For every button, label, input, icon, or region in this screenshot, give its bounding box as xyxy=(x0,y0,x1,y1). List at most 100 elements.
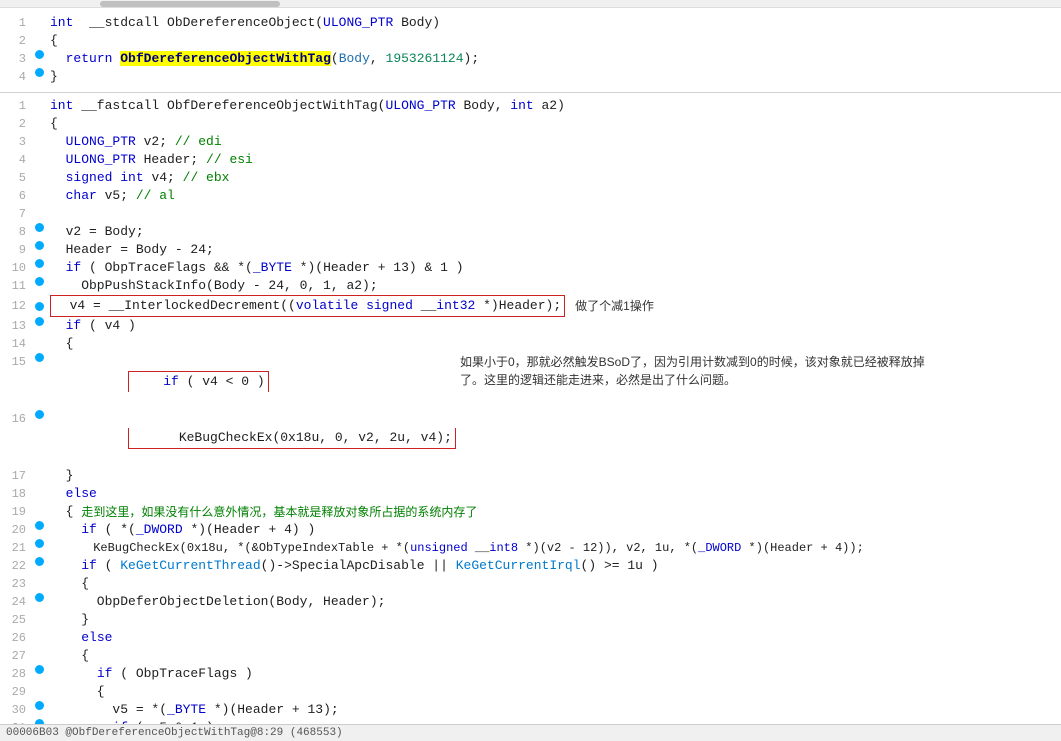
code-content: v2 = Body; xyxy=(46,223,1061,241)
code-line: 22 if ( KeGetCurrentThread()->SpecialApc… xyxy=(0,557,1061,575)
bp-dot xyxy=(32,302,46,311)
bp-dot xyxy=(32,665,46,674)
line-number: 13 xyxy=(0,317,32,335)
code-content: KeBugCheckEx(0x18u, 0, v2, 2u, v4); xyxy=(46,410,1061,467)
code-line: 21 KeBugCheckEx(0x18u, *(&ObTypeIndexTab… xyxy=(0,539,1061,557)
code-line: 24 ObpDeferObjectDeletion(Body, Header); xyxy=(0,593,1061,611)
code-line: 17 } xyxy=(0,467,1061,485)
line-number: 23 xyxy=(0,575,32,593)
line-number: 6 xyxy=(0,187,32,205)
bp-dot xyxy=(32,557,46,566)
code-line: 3 return ObfDereferenceObjectWithTag(Bod… xyxy=(0,50,1061,68)
line-number: 10 xyxy=(0,259,32,277)
bp-dot xyxy=(32,50,46,59)
line-number: 27 xyxy=(0,647,32,665)
code-line: 18 else xyxy=(0,485,1061,503)
code-container: 1 int __stdcall ObDereferenceObject(ULON… xyxy=(0,0,1061,741)
code-line: 2 { xyxy=(0,115,1061,133)
line-number: 17 xyxy=(0,467,32,485)
code-line: 16 KeBugCheckEx(0x18u, 0, v2, 2u, v4); xyxy=(0,410,1061,467)
code-content: v4 = __InterlockedDecrement((volatile si… xyxy=(46,295,1061,317)
line-number: 2 xyxy=(0,32,32,50)
line-number: 14 xyxy=(0,335,32,353)
bp-dot xyxy=(32,521,46,530)
line-number: 29 xyxy=(0,683,32,701)
code-line: 10 if ( ObpTraceFlags && *(_BYTE *)(Head… xyxy=(0,259,1061,277)
line-number: 28 xyxy=(0,665,32,683)
code-content: { xyxy=(46,32,1061,50)
line-number: 9 xyxy=(0,241,32,259)
bp-dot xyxy=(32,223,46,232)
code-content: if ( ObpTraceFlags && *(_BYTE *)(Header … xyxy=(46,259,1061,277)
code-content: v5 = *(_BYTE *)(Header + 13); xyxy=(46,701,1061,719)
bp-dot xyxy=(32,701,46,710)
code-content: } xyxy=(46,611,1061,629)
code-content: KeBugCheckEx(0x18u, *(&ObTypeIndexTable … xyxy=(46,539,1061,557)
line-number: 25 xyxy=(0,611,32,629)
bp-dot xyxy=(32,68,46,77)
code-content: else xyxy=(46,629,1061,647)
line-number: 22 xyxy=(0,557,32,575)
line-number: 19 xyxy=(0,503,32,521)
line-number: 7 xyxy=(0,205,32,223)
code-line: 4 } xyxy=(0,68,1061,86)
line-number: 2 xyxy=(0,115,32,133)
line-number: 18 xyxy=(0,485,32,503)
code-line: 26 else xyxy=(0,629,1061,647)
bp-dot xyxy=(32,259,46,268)
code-line: 13 if ( v4 ) xyxy=(0,317,1061,335)
line-number: 11 xyxy=(0,277,32,295)
code-content: ULONG_PTR v2; // edi xyxy=(46,133,1061,151)
line-number: 24 xyxy=(0,593,32,611)
annotation-line16: 了。这里的逻辑还能走进来，必然是出了什么问题。 xyxy=(460,373,736,387)
code-content: { xyxy=(46,647,1061,665)
code-content: { xyxy=(46,683,1061,701)
code-content: if ( KeGetCurrentThread()->SpecialApcDis… xyxy=(46,557,1061,575)
bottom-section: 1 int __fastcall ObfDereferenceObjectWit… xyxy=(0,93,1061,741)
code-content: ObpDeferObjectDeletion(Body, Header); xyxy=(46,593,1061,611)
code-content: ObpPushStackInfo(Body - 24, 0, 1, a2); xyxy=(46,277,1061,295)
code-line: 2 { xyxy=(0,32,1061,50)
code-content: if ( ObpTraceFlags ) xyxy=(46,665,1061,683)
code-line: 28 if ( ObpTraceFlags ) xyxy=(0,665,1061,683)
code-line: 20 if ( *(_DWORD *)(Header + 4) ) xyxy=(0,521,1061,539)
line-number: 1 xyxy=(0,14,32,32)
code-content: if ( v4 ) xyxy=(46,317,1061,335)
code-content: if ( *(_DWORD *)(Header + 4) ) xyxy=(46,521,1061,539)
line-number: 20 xyxy=(0,521,32,539)
code-line: 1 int __stdcall ObDereferenceObject(ULON… xyxy=(0,14,1061,32)
code-content: signed int v4; // ebx xyxy=(46,169,1061,187)
bp-dot xyxy=(32,241,46,250)
annotation-line19: 走到这里，如果没有什么意外情况，基本就是释放对象所占据的系统内存了 xyxy=(81,503,477,521)
code-line: 8 v2 = Body; xyxy=(0,223,1061,241)
code-line: 12 v4 = __InterlockedDecrement((volatile… xyxy=(0,295,1061,317)
code-content: else xyxy=(46,485,1061,503)
line-number: 26 xyxy=(0,629,32,647)
code-content: { 走到这里，如果没有什么意外情况，基本就是释放对象所占据的系统内存了 xyxy=(46,503,1061,521)
code-line: 4 ULONG_PTR Header; // esi xyxy=(0,151,1061,169)
code-content: ULONG_PTR Header; // esi xyxy=(46,151,1061,169)
code-line: 3 ULONG_PTR v2; // edi xyxy=(0,133,1061,151)
annotation-line15: 如果小于0，那就必然触发BSoD了，因为引用计数减到0的时候，该对象就已经被释放… xyxy=(460,355,925,369)
top-section: 1 int __stdcall ObDereferenceObject(ULON… xyxy=(0,8,1061,93)
line-number: 3 xyxy=(0,50,32,68)
code-line: 11 ObpPushStackInfo(Body - 24, 0, 1, a2)… xyxy=(0,277,1061,295)
code-line: 23 { xyxy=(0,575,1061,593)
code-content: int __fastcall ObfDereferenceObjectWithT… xyxy=(46,97,1061,115)
code-line: 1 int __fastcall ObfDereferenceObjectWit… xyxy=(0,97,1061,115)
code-content: } xyxy=(46,68,1061,86)
code-line: 29 { xyxy=(0,683,1061,701)
code-line: 14 { xyxy=(0,335,1061,353)
code-line: 5 signed int v4; // ebx xyxy=(0,169,1061,187)
code-line: 19 { 走到这里，如果没有什么意外情况，基本就是释放对象所占据的系统内存了 xyxy=(0,503,1061,521)
line-number: 21 xyxy=(0,539,32,557)
line-number: 30 xyxy=(0,701,32,719)
line-number: 3 xyxy=(0,133,32,151)
line-number: 5 xyxy=(0,169,32,187)
code-content: } xyxy=(46,467,1061,485)
bp-dot xyxy=(32,539,46,548)
code-content: char v5; // al xyxy=(46,187,1061,205)
bp-dot xyxy=(32,353,46,362)
bp-dot xyxy=(32,317,46,326)
line-number: 8 xyxy=(0,223,32,241)
